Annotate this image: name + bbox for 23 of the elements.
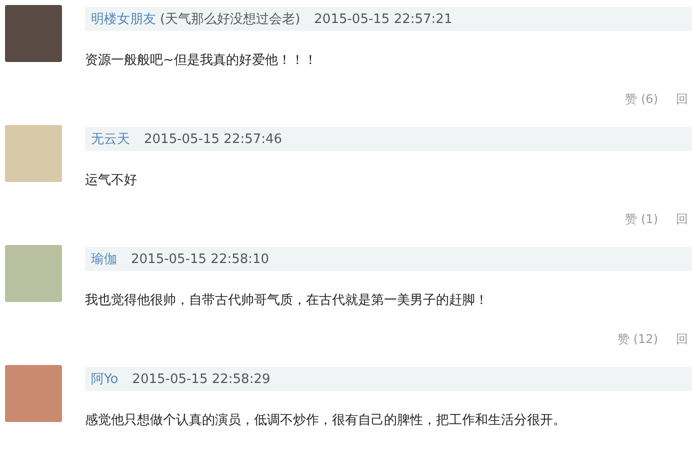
comment-text: 感觉他只想做个认真的演员，低调不炒作，很有自己的脾性，把工作和生活分很开。: [85, 412, 567, 429]
avatar-photo: [5, 365, 62, 422]
avatar-photo: [5, 245, 62, 302]
comment-time: 2015-05-15 22:58:29: [132, 372, 270, 386]
username-link[interactable]: 无云天: [91, 130, 130, 148]
comment-text: 资源一般般吧~但是我真的好爱他！！！: [85, 52, 318, 69]
username-link[interactable]: 瑜伽: [91, 250, 117, 268]
reply-link[interactable]: 回: [676, 211, 688, 228]
username-link[interactable]: 明楼女朋友: [91, 10, 156, 28]
avatar-photo: [5, 125, 62, 182]
like-link[interactable]: 赞 (1): [625, 211, 658, 228]
user-note: (天气那么好没想过会老): [160, 11, 300, 28]
username-link[interactable]: 阿Yo: [91, 370, 118, 388]
like-link[interactable]: 赞 (6): [625, 91, 658, 108]
comment-time: 2015-05-15 22:57:21: [314, 12, 452, 26]
reply-link[interactable]: 回: [676, 91, 688, 108]
like-link[interactable]: 赞 (12): [618, 331, 658, 348]
reply-link[interactable]: 回: [676, 331, 688, 348]
comment-text: 我也觉得他很帅，自带古代帅哥气质，在古代就是第一美男子的赶脚！: [85, 292, 489, 309]
comment-time: 2015-05-15 22:58:10: [131, 252, 270, 266]
comment-time: 2015-05-15 22:57:46: [144, 132, 282, 146]
avatar-photo: [5, 5, 62, 62]
comment-text: 运气不好: [85, 172, 138, 189]
